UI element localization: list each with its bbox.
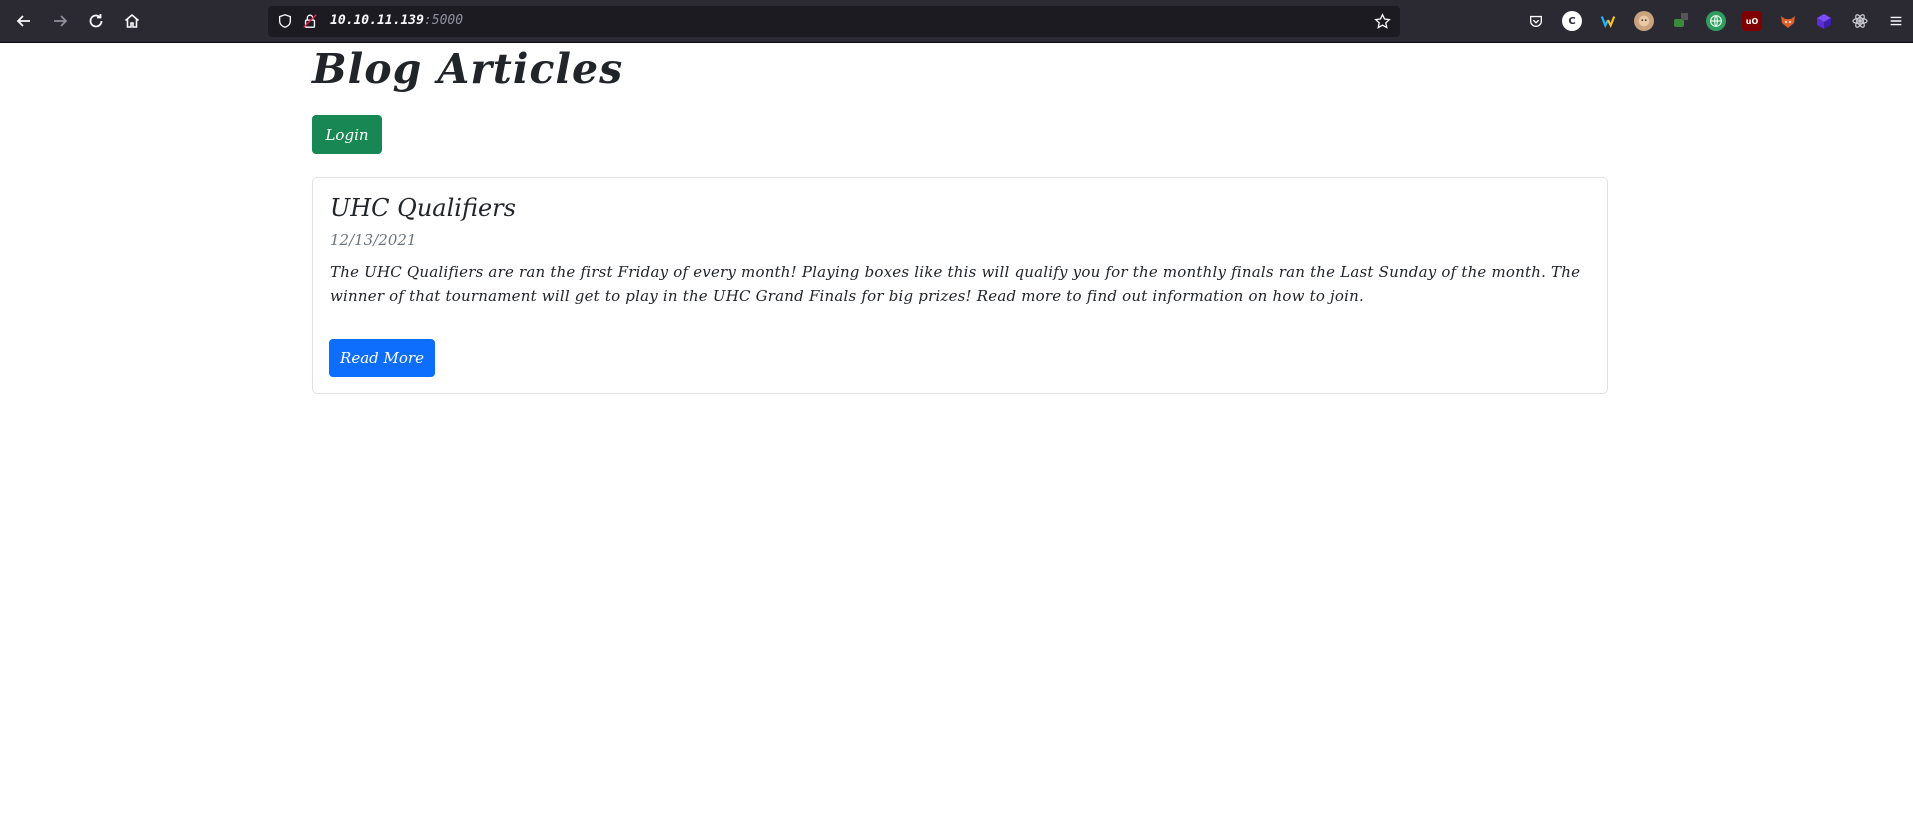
bookmark-star-icon[interactable]: [1372, 11, 1392, 31]
url-text[interactable]: 10.10.11.139:5000: [330, 13, 463, 28]
url-bar[interactable]: 10.10.11.139:5000: [268, 6, 1400, 37]
page-title: Blog Articles: [312, 45, 624, 93]
globe-extension-icon[interactable]: [1706, 11, 1726, 31]
react-devtools-icon[interactable]: [1850, 11, 1870, 31]
avatar-extension-icon[interactable]: [1634, 11, 1654, 31]
forward-arrow-icon[interactable]: [46, 7, 74, 35]
insecure-lock-icon[interactable]: [301, 12, 319, 30]
hack-tools-icon[interactable]: [1670, 11, 1690, 31]
pocket-icon[interactable]: [1526, 11, 1546, 31]
article-title: UHC Qualifiers: [330, 194, 516, 222]
url-port: :5000: [423, 13, 464, 28]
back-arrow-icon[interactable]: [10, 7, 38, 35]
home-icon[interactable]: [118, 7, 146, 35]
reload-icon[interactable]: [82, 7, 110, 35]
wappalyzer-icon[interactable]: [1598, 11, 1618, 31]
login-button[interactable]: Login: [312, 115, 382, 154]
browser-toolbar: 10.10.11.139:5000 C uO: [0, 0, 1913, 43]
read-more-button[interactable]: Read More: [329, 339, 435, 377]
tracking-protection-shield-icon[interactable]: [276, 12, 294, 30]
fox-extension-icon[interactable]: [1778, 11, 1798, 31]
c-extension-icon[interactable]: C: [1562, 11, 1582, 31]
article-date: 12/13/2021: [330, 231, 417, 249]
ublock-origin-icon[interactable]: uO: [1742, 11, 1762, 31]
hamburger-menu-icon[interactable]: [1886, 11, 1906, 31]
article-card: UHC Qualifiers 12/13/2021 The UHC Qualif…: [312, 177, 1608, 394]
article-body: The UHC Qualifiers are ran the first Fri…: [330, 263, 1581, 305]
purple-cube-icon[interactable]: [1814, 11, 1834, 31]
url-host: 10.10.11.139: [330, 13, 424, 28]
